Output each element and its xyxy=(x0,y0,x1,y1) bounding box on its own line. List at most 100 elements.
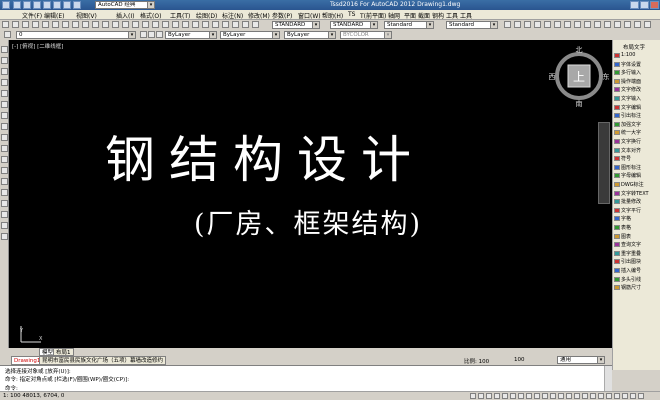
status-toggle-icon[interactable] xyxy=(622,393,628,399)
status-toggle-icon[interactable] xyxy=(590,393,596,399)
toolbar-tool-icon[interactable] xyxy=(574,21,581,28)
scale-box[interactable]: 通用 ▾ xyxy=(557,356,605,364)
toolbar-tool-icon[interactable] xyxy=(72,21,79,28)
menu-item[interactable]: 格式(O) xyxy=(140,11,161,20)
viewcube[interactable]: 上 北 南 东 西 xyxy=(549,46,609,108)
panel-item[interactable]: 图表 xyxy=(621,233,631,240)
panel-item[interactable]: 字体设置 xyxy=(621,61,641,68)
panel-item[interactable]: 字格 xyxy=(621,215,631,222)
minimize-button[interactable] xyxy=(630,1,639,9)
status-toggle-icon[interactable] xyxy=(614,393,620,399)
draw-tool-icon[interactable] xyxy=(1,222,8,229)
new-icon[interactable] xyxy=(13,1,21,9)
print-icon[interactable] xyxy=(53,1,61,9)
menu-item[interactable]: 参数(P) xyxy=(272,11,292,20)
save-icon[interactable] xyxy=(33,1,41,9)
draw-tool-icon[interactable] xyxy=(1,233,8,240)
status-toggle-icon[interactable] xyxy=(582,393,588,399)
layer-tool-icon[interactable] xyxy=(148,31,155,38)
status-toggle-icon[interactable] xyxy=(470,393,476,399)
toolbar-tool-icon[interactable] xyxy=(52,21,59,28)
panel-item[interactable]: 多行输入 xyxy=(621,69,641,76)
toolbar-tool-icon[interactable] xyxy=(152,21,159,28)
status-toggle-icon[interactable] xyxy=(630,393,636,399)
menu-item[interactable]: 标注(N) xyxy=(222,11,243,20)
panel-item[interactable]: 文字编辑 xyxy=(621,104,641,111)
status-toggle-icon[interactable] xyxy=(526,393,532,399)
panel-item[interactable]: 钢筋尺寸 xyxy=(621,284,641,291)
draw-tool-icon[interactable] xyxy=(1,90,8,97)
toolbar-tool-icon[interactable] xyxy=(92,21,99,28)
toolbar-tool-icon[interactable] xyxy=(504,21,511,28)
menu-item[interactable]: 窗口(W) xyxy=(298,11,321,20)
toolbar-tool-icon[interactable] xyxy=(614,21,621,28)
compass-west-label[interactable]: 西 xyxy=(549,73,556,81)
toolbar-tool-icon[interactable] xyxy=(202,21,209,28)
mleader-style-select[interactable]: Standard ▾ xyxy=(446,21,498,29)
layer-tool-icon[interactable] xyxy=(140,31,147,38)
status-toggle-icon[interactable] xyxy=(478,393,484,399)
menu-item[interactable]: T(前平面) xyxy=(360,11,386,20)
draw-tool-icon[interactable] xyxy=(1,167,8,174)
toolbar-tool-icon[interactable] xyxy=(42,21,49,28)
menu-item[interactable]: 工具 xyxy=(460,11,472,20)
toolbar-tool-icon[interactable] xyxy=(554,21,561,28)
compass-south-label[interactable]: 南 xyxy=(576,99,583,108)
undo-icon[interactable] xyxy=(63,1,71,9)
toolbar-tool-icon[interactable] xyxy=(564,21,571,28)
toolbar-tool-icon[interactable] xyxy=(172,21,179,28)
compass-north-label[interactable]: 北 xyxy=(576,46,583,54)
panel-item[interactable]: 插入编号 xyxy=(621,267,641,274)
status-toggle-icon[interactable] xyxy=(510,393,516,399)
draw-tool-icon[interactable] xyxy=(1,46,8,53)
panel-item[interactable]: 操作端面 xyxy=(621,78,641,85)
menu-item[interactable]: 插入(I) xyxy=(116,11,134,20)
saveas-icon[interactable] xyxy=(43,1,51,9)
toolbar-tool-icon[interactable] xyxy=(514,21,521,28)
annotation-scale-label[interactable]: 比例: 100 xyxy=(464,357,489,365)
toolbar-tool-icon[interactable] xyxy=(122,21,129,28)
panel-item[interactable]: 文本对齐 xyxy=(621,147,641,154)
toolbar-tool-icon[interactable] xyxy=(182,21,189,28)
draw-tool-icon[interactable] xyxy=(1,134,8,141)
toolbar-tool-icon[interactable] xyxy=(604,21,611,28)
toolbar-tool-icon[interactable] xyxy=(22,21,29,28)
plot-style-select[interactable]: BYCOLOR ▾ xyxy=(340,31,392,39)
toolbar-tool-icon[interactable] xyxy=(62,21,69,28)
menu-item[interactable]: 文件(F) xyxy=(22,11,42,20)
panel-item[interactable]: 加强文字 xyxy=(621,121,641,128)
compass-east-label[interactable]: 东 xyxy=(603,72,610,81)
draw-tool-icon[interactable] xyxy=(1,189,8,196)
draw-tool-icon[interactable] xyxy=(1,101,8,108)
panel-item[interactable]: 查询文字 xyxy=(621,241,641,248)
toolbar-tool-icon[interactable] xyxy=(594,21,601,28)
panel-item[interactable]: 重字重叠 xyxy=(621,250,641,257)
toolbar-tool-icon[interactable] xyxy=(12,21,19,28)
toolbar-tool-icon[interactable] xyxy=(634,21,641,28)
draw-tool-icon[interactable] xyxy=(1,112,8,119)
draw-tool-icon[interactable] xyxy=(1,156,8,163)
color-select[interactable]: ByLayer ▾ xyxy=(165,31,217,39)
status-toggle-icon[interactable] xyxy=(574,393,580,399)
draw-tool-icon[interactable] xyxy=(1,123,8,130)
status-toggle-icon[interactable] xyxy=(598,393,604,399)
status-toggle-icon[interactable] xyxy=(638,393,644,399)
status-toggle-icon[interactable] xyxy=(494,393,500,399)
panel-item[interactable]: 文字输入 xyxy=(621,95,641,102)
toolbar-tool-icon[interactable] xyxy=(2,21,9,28)
toolbar-tool-icon[interactable] xyxy=(132,21,139,28)
toolbar-tool-icon[interactable] xyxy=(524,21,531,28)
toolbar-tool-icon[interactable] xyxy=(242,21,249,28)
panel-item[interactable]: 文字平行 xyxy=(621,207,641,214)
open-icon[interactable] xyxy=(23,1,31,9)
status-toggle-icon[interactable] xyxy=(534,393,540,399)
menu-item[interactable]: 视图(V) xyxy=(76,11,97,20)
layer-manager-icon[interactable] xyxy=(4,31,11,38)
panel-item[interactable]: 图形标注 xyxy=(621,164,641,171)
toolbar-tool-icon[interactable] xyxy=(162,21,169,28)
menu-item[interactable]: 修改(M) xyxy=(248,11,270,20)
toolbar-tool-icon[interactable] xyxy=(232,21,239,28)
panel-item[interactable]: 1:100 xyxy=(621,52,635,58)
text-style-select[interactable]: STANDARD ▾ xyxy=(272,21,320,29)
panel-item[interactable]: 文字换行 xyxy=(621,138,641,145)
